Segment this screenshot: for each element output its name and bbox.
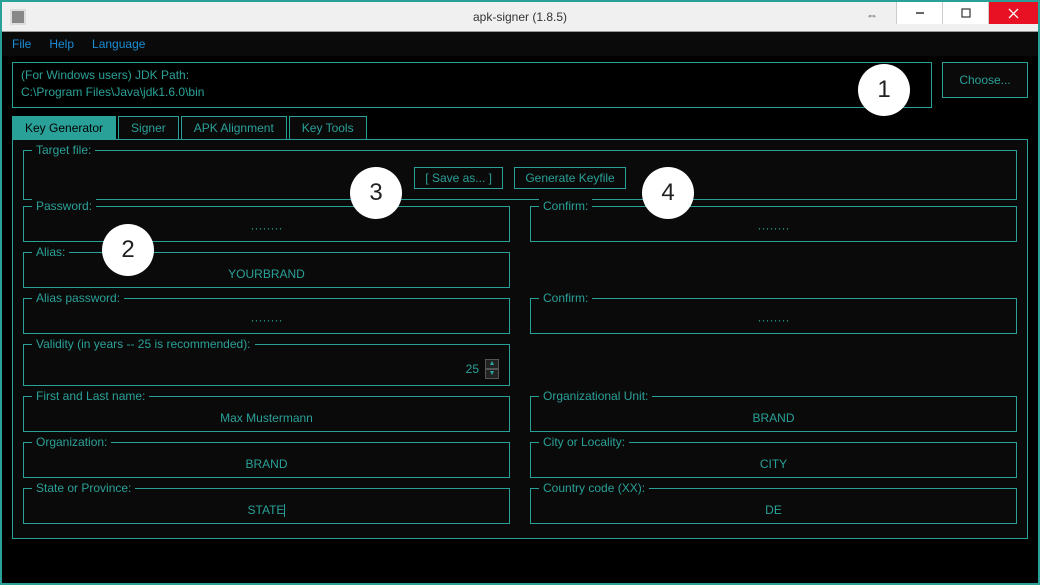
confirm-group: Confirm: (530, 206, 1017, 242)
spinner-down-icon[interactable]: ▼ (485, 369, 499, 379)
alias-input[interactable] (34, 267, 499, 281)
app-icon (10, 9, 26, 25)
confirm2-input[interactable] (541, 313, 1006, 327)
annotation-2: 2 (102, 224, 154, 276)
validity-group: Validity (in years -- 25 is recommended)… (23, 344, 510, 386)
annotation-4: 4 (642, 167, 694, 219)
maximize-button[interactable] (942, 2, 988, 24)
organization-label: Organization: (32, 435, 111, 449)
alias-password-group: Alias password: (23, 298, 510, 334)
menubar: File Help Language (2, 32, 1038, 56)
menu-language[interactable]: Language (92, 37, 145, 51)
choose-button[interactable]: Choose... (942, 62, 1028, 98)
state-input[interactable]: STATE (248, 503, 285, 517)
save-as-button[interactable]: [ Save as... ] (414, 167, 503, 189)
validity-input[interactable] (34, 362, 483, 376)
window-title: apk-signer (1.8.5) (473, 10, 567, 24)
tab-key-tools[interactable]: Key Tools (289, 116, 367, 139)
city-group: City or Locality: (530, 442, 1017, 478)
annotation-1: 1 (858, 64, 910, 116)
tab-key-generator[interactable]: Key Generator (12, 116, 116, 139)
tab-signer[interactable]: Signer (118, 116, 179, 139)
confirm-input[interactable] (541, 221, 1006, 235)
jdk-path-label: (For Windows users) JDK Path: (21, 67, 923, 84)
country-label: Country code (XX): (539, 481, 649, 495)
generate-keyfile-button[interactable]: Generate Keyfile (514, 167, 625, 189)
spinner-up-icon[interactable]: ▲ (485, 359, 499, 369)
name-label: First and Last name: (32, 389, 149, 403)
city-input[interactable] (541, 457, 1006, 471)
password-label: Password: (32, 199, 96, 213)
state-label: State or Province: (32, 481, 135, 495)
jdk-path-value: C:\Program Files\Java\jdk1.6.0\bin (21, 84, 923, 101)
target-file-legend: Target file: (32, 143, 95, 157)
text-cursor (284, 504, 285, 517)
jdk-path-box: (For Windows users) JDK Path: C:\Program… (12, 62, 932, 108)
state-group: State or Province: STATE (23, 488, 510, 524)
target-file-group: Target file: [ Save as... ] Generate Key… (23, 150, 1017, 200)
confirm2-group: Confirm: (530, 298, 1017, 334)
tab-panel: Target file: [ Save as... ] Generate Key… (12, 139, 1028, 539)
password-group: Password: (23, 206, 510, 242)
annotation-3: 3 (350, 167, 402, 219)
name-group: First and Last name: (23, 396, 510, 432)
alias-group: Alias: (23, 252, 510, 288)
validity-spinner[interactable]: ▲ ▼ (485, 359, 499, 379)
orgunit-input[interactable] (541, 411, 1006, 425)
city-label: City or Locality: (539, 435, 629, 449)
confirm2-label: Confirm: (539, 291, 592, 305)
country-input[interactable] (541, 503, 1006, 517)
country-group: Country code (XX): (530, 488, 1017, 524)
orgunit-label: Organizational Unit: (539, 389, 652, 403)
close-button[interactable] (988, 2, 1038, 24)
organization-group: Organization: (23, 442, 510, 478)
orgunit-group: Organizational Unit: (530, 396, 1017, 432)
alias-password-input[interactable] (34, 313, 499, 327)
password-input[interactable] (34, 221, 499, 235)
tab-bar: Key Generator Signer APK Alignment Key T… (12, 116, 1028, 139)
menu-file[interactable]: File (12, 37, 31, 51)
restore-icon[interactable]: ⇔ (866, 8, 878, 22)
validity-label: Validity (in years -- 25 is recommended)… (32, 337, 255, 351)
menu-help[interactable]: Help (49, 37, 74, 51)
alias-password-label: Alias password: (32, 291, 124, 305)
alias-label: Alias: (32, 245, 69, 259)
confirm-label: Confirm: (539, 199, 592, 213)
organization-input[interactable] (34, 457, 499, 471)
titlebar: apk-signer (1.8.5) ⇔ (2, 2, 1038, 32)
tab-apk-alignment[interactable]: APK Alignment (181, 116, 287, 139)
name-input[interactable] (34, 411, 499, 425)
minimize-button[interactable] (896, 2, 942, 24)
